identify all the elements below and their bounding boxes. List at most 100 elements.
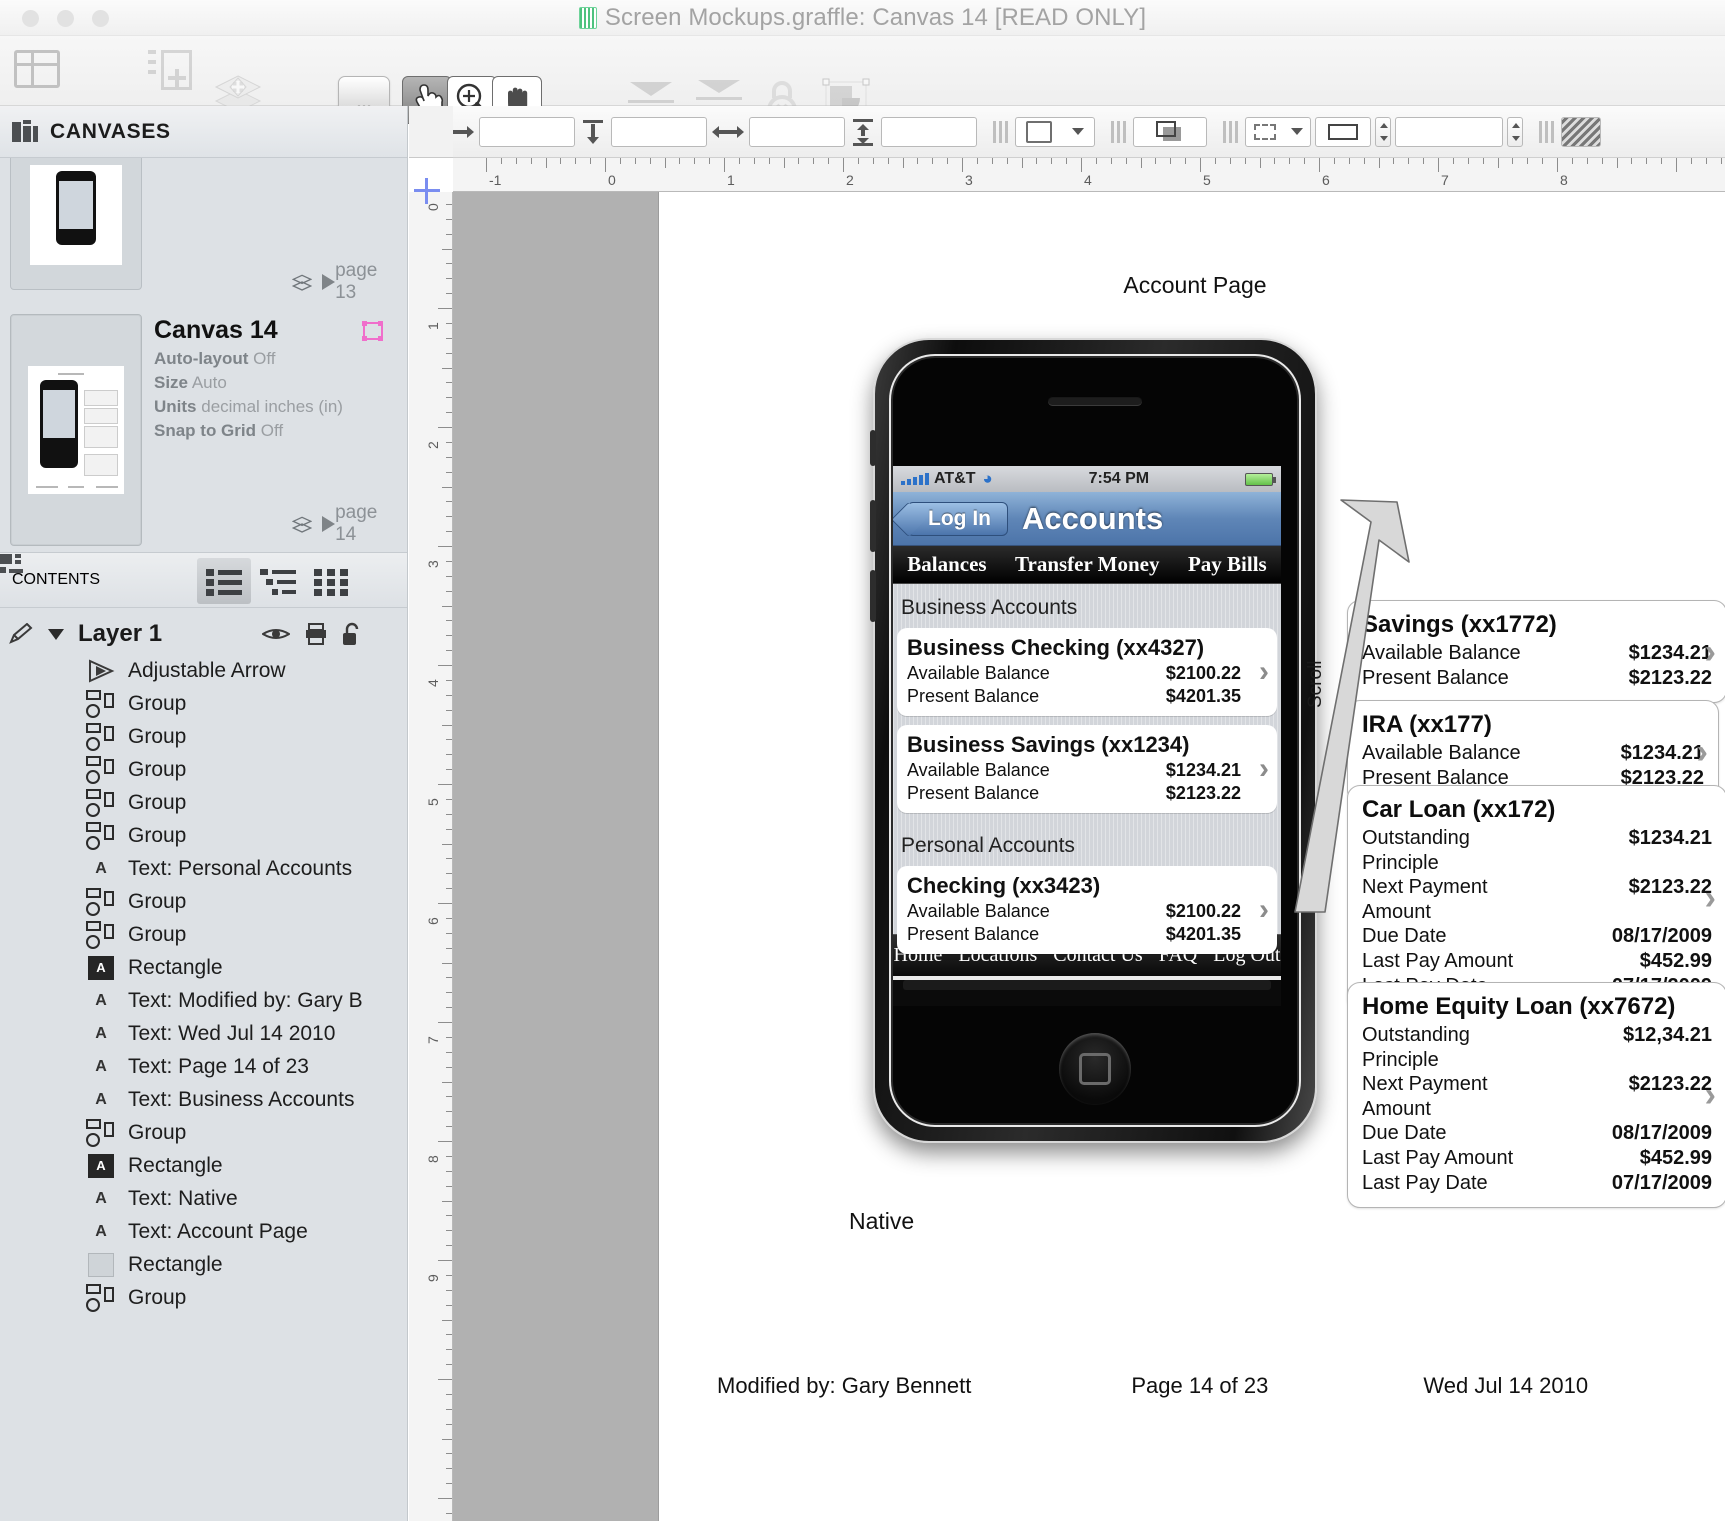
thumbnail-page: [28, 366, 124, 494]
inspector-grip-2[interactable]: [993, 120, 1011, 143]
pattern-swatch[interactable]: [1561, 116, 1601, 147]
document-page[interactable]: Account Page AT&T ◕ 7:54 PM Log In Accou…: [659, 192, 1725, 1521]
height-icon[interactable]: [849, 118, 877, 146]
canvases-title: CANVASES: [50, 119, 171, 143]
outline-item[interactable]: A Text: Account Page: [0, 1215, 407, 1248]
ruler-tick: [1378, 158, 1380, 168]
callout-card-home-equity[interactable]: Home Equity Loan (xx7672) Outstanding Pri…: [1347, 982, 1725, 1209]
ruler-tick: [442, 605, 452, 607]
outline-item[interactable]: Group: [0, 687, 407, 720]
account-row-value: $4201.35: [1165, 686, 1241, 706]
ruler-tick: [446, 1245, 452, 1247]
login-back-label: Log In: [928, 506, 991, 530]
position-x-field[interactable]: [479, 116, 575, 147]
canvas-area[interactable]: Account Page AT&T ◕ 7:54 PM Log In Accou…: [453, 192, 1725, 1521]
shadow-button[interactable]: [1133, 116, 1207, 147]
ruler-tick: [446, 1111, 452, 1113]
outline-layer-row[interactable]: Layer 1: [0, 614, 407, 654]
sidebar-toggle-icon[interactable]: [14, 50, 60, 88]
stroke-width-stepper[interactable]: [1507, 116, 1523, 147]
ruler-tick: [962, 158, 963, 172]
height-field[interactable]: [881, 116, 977, 147]
unlock-icon[interactable]: [342, 622, 362, 646]
fill-swatch[interactable]: [1315, 116, 1371, 147]
outline-item[interactable]: Group: [0, 720, 407, 753]
width-icon[interactable]: [711, 121, 745, 143]
outline-item[interactable]: Adjustable Arrow: [0, 654, 407, 687]
ruler-tick: [446, 828, 452, 830]
stroke-width-field[interactable]: [1395, 116, 1503, 147]
tab-balances[interactable]: Balances: [907, 552, 986, 577]
outline-item[interactable]: A Text: Personal Accounts: [0, 852, 407, 885]
account-card[interactable]: Checking (xx3423) Available Balance $2100.…: [897, 866, 1277, 954]
outline-item[interactable]: Group: [0, 885, 407, 918]
layers-icon[interactable]: [292, 512, 313, 536]
outline-item[interactable]: A Text: Wed Jul 14 2010: [0, 1017, 407, 1050]
view-list-button[interactable]: [197, 558, 251, 604]
outline-item[interactable]: A Text: Native: [0, 1182, 407, 1215]
canvas-name[interactable]: Canvas 14: [154, 316, 397, 345]
outline-item[interactable]: Group: [0, 819, 407, 852]
accounts-list[interactable]: Business Accounts Business Checking (xx43…: [893, 584, 1281, 954]
outline-item[interactable]: Group: [0, 786, 407, 819]
outline-item[interactable]: A Text: Page 14 of 23: [0, 1050, 407, 1083]
ruler-origin-icon[interactable]: [414, 178, 440, 204]
ruler-tick: [446, 1036, 452, 1038]
vertical-ruler[interactable]: 0 1 2 3 4 5 6 7 8 9: [409, 192, 453, 1521]
outline-item[interactable]: A Text: Modified by: Gary B: [0, 984, 407, 1017]
expand-triangle-icon[interactable]: [322, 274, 336, 290]
horizontal-ruler[interactable]: -1 0 1 2 3 4 5 6 7 8: [453, 158, 1725, 192]
inspector-grip-3[interactable]: [1111, 120, 1129, 143]
outline-item[interactable]: A Text: Business Accounts: [0, 1083, 407, 1116]
outline-item[interactable]: Group: [0, 753, 407, 786]
stroke-style-select[interactable]: [1245, 116, 1311, 147]
phone-screen[interactable]: AT&T ◕ 7:54 PM Log In Accounts Balances …: [893, 466, 1281, 1006]
tab-transfer-money[interactable]: Transfer Money: [1015, 552, 1159, 577]
account-card[interactable]: Business Savings (xx1234) Available Balan…: [897, 725, 1277, 813]
adjustable-arrow[interactable]: [1259, 492, 1469, 922]
layer-disclosure-icon[interactable]: [48, 628, 64, 640]
callout-row: Due Date 08/17/2009: [1362, 924, 1712, 949]
layers-icon[interactable]: [292, 270, 313, 294]
ruler-tick: [1229, 158, 1231, 164]
outline-item[interactable]: Group: [0, 918, 407, 951]
inspector-grip-5[interactable]: [1539, 120, 1557, 143]
add-canvas-icon[interactable]: [148, 50, 192, 90]
ruler-tick: [1200, 158, 1201, 172]
align-top-icon[interactable]: [579, 119, 607, 145]
width-field[interactable]: [749, 116, 845, 147]
group-icon: [84, 755, 118, 784]
pencil-icon[interactable]: [8, 623, 34, 645]
outline-item[interactable]: Rectangle: [0, 1248, 407, 1281]
ruler-label: 2: [846, 172, 854, 188]
outline-item[interactable]: Group: [0, 1281, 407, 1314]
print-icon[interactable]: [305, 623, 327, 645]
phone-home-button[interactable]: [1059, 1033, 1131, 1105]
chevron-right-icon: ›: [1704, 1076, 1716, 1115]
account-card[interactable]: Business Checking (xx4327) Available Bala…: [897, 628, 1277, 716]
eye-icon[interactable]: [262, 625, 290, 643]
login-back-button[interactable]: Log In: [907, 501, 1008, 536]
fill-stepper[interactable]: [1375, 116, 1391, 147]
ruler-label: 7: [1441, 172, 1449, 188]
signal-icon: [901, 473, 929, 485]
canvas-thumbnail[interactable]: [10, 158, 142, 290]
rectangle-dark-icon: A: [84, 1153, 118, 1178]
callout-row-value: $2123.22: [1628, 876, 1712, 899]
status-clock: 7:54 PM: [1088, 470, 1150, 487]
outline-item[interactable]: Group: [0, 1116, 407, 1149]
shape-select[interactable]: [1015, 116, 1095, 147]
expand-triangle-icon[interactable]: [322, 516, 336, 532]
position-y-field[interactable]: [611, 116, 707, 147]
canvas-item-14[interactable]: Canvas 14 Auto-layout Off Size Auto Unit…: [0, 308, 407, 550]
inspector-grip-4[interactable]: [1223, 120, 1241, 143]
outline-item[interactable]: A Rectangle: [0, 1149, 407, 1182]
outline-item[interactable]: A Rectangle: [0, 951, 407, 984]
tab-pay-bills[interactable]: Pay Bills: [1188, 552, 1267, 577]
view-hierarchy-button[interactable]: [251, 558, 305, 604]
text-icon: A: [95, 1222, 107, 1240]
canvas-item-13[interactable]: page 13: [0, 158, 407, 308]
view-grid-button[interactable]: [305, 558, 359, 604]
outline-item-label: Adjustable Arrow: [128, 658, 286, 682]
canvas-thumbnail-selected[interactable]: [10, 314, 142, 546]
